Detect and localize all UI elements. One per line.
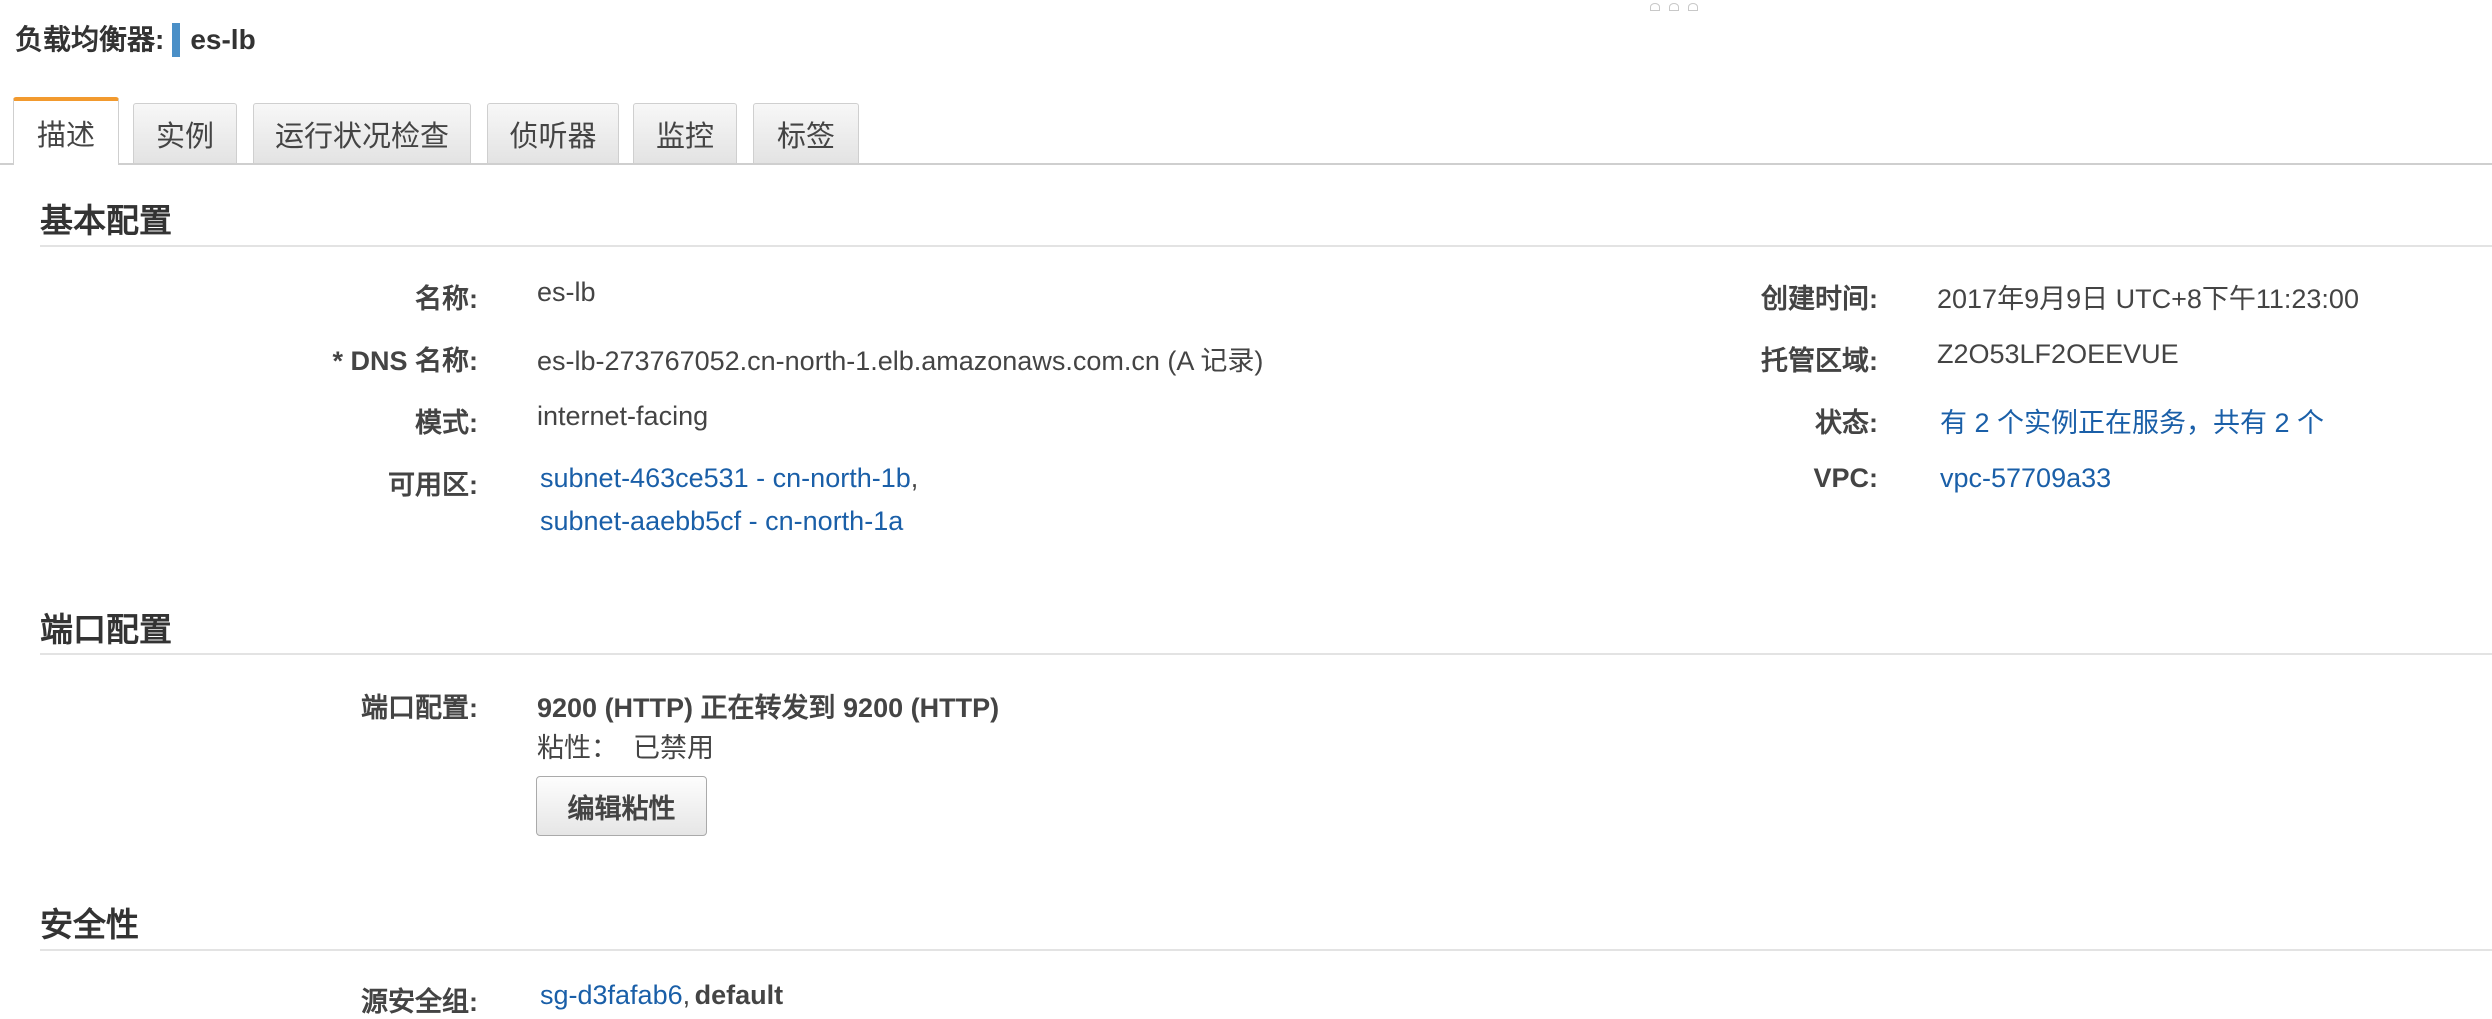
dns-name-value: es-lb-273767052.cn-north-1.elb.amazonaws… <box>537 346 1264 376</box>
vpc-link[interactable]: vpc-57709a33 <box>1940 463 2111 494</box>
section-divider <box>40 245 2492 247</box>
port-config-value: 9200 (HTTP) 正在转发到 9200 (HTTP) <box>537 693 1000 723</box>
name-label: 名称: <box>415 284 478 314</box>
hosted-zone-value: Z2O53LF2OEEVUE <box>1937 339 2179 369</box>
load-balancer-name: es-lb <box>190 24 256 55</box>
resize-dot <box>1669 3 1679 11</box>
section-title-security: 安全性 <box>40 906 139 943</box>
section-title-basic: 基本配置 <box>40 202 172 239</box>
security-group-value: sg-d3fafab6, default <box>540 980 783 1011</box>
subnet-link[interactable]: subnet-463ce531 - cn-north-1b <box>540 463 911 493</box>
list-separator: , <box>910 463 919 493</box>
status-label: 状态: <box>1815 408 1878 438</box>
security-group-link[interactable]: sg-d3fafab6 <box>540 980 683 1010</box>
section-divider <box>40 949 2492 951</box>
section-divider <box>40 653 2492 655</box>
tab-instances[interactable]: 实例 <box>133 103 237 163</box>
scheme-value: internet-facing <box>537 401 709 431</box>
tab-description[interactable]: 描述 <box>13 97 119 165</box>
availability-zone-label: 可用区: <box>388 470 478 500</box>
tab-health-check[interactable]: 运行状况检查 <box>253 103 471 163</box>
tab-bar: 描述 实例 运行状况检查 侦听器 监控 标签 <box>0 97 2492 165</box>
source-security-group-label: 源安全组: <box>361 987 478 1017</box>
port-config-label: 端口配置: <box>361 693 478 723</box>
resize-dot <box>1650 3 1660 11</box>
hosted-zone-label: 托管区域: <box>1761 346 1878 376</box>
stickiness-status: 粘性： 已禁用 <box>537 733 715 763</box>
security-group-name: default <box>694 980 784 1010</box>
title-separator <box>172 23 181 57</box>
availability-zone-list: subnet-463ce531 - cn-north-1b, <box>540 463 918 494</box>
resize-dot <box>1688 3 1698 11</box>
subnet-link[interactable]: subnet-aaebb5cf - cn-north-1a <box>540 506 903 537</box>
edit-stickiness-button[interactable]: 编辑粘性 <box>536 776 707 836</box>
tab-listeners[interactable]: 侦听器 <box>487 103 619 163</box>
scheme-label: 模式: <box>415 408 478 438</box>
tab-tags[interactable]: 标签 <box>753 103 859 163</box>
created-time-value: 2017年9月9日 UTC+8下午11:23:00 <box>1937 284 2359 314</box>
dns-name-label: * DNS 名称: <box>332 346 478 376</box>
section-title-port: 端口配置 <box>40 611 172 648</box>
panel-resize-handle[interactable] <box>1650 3 1698 11</box>
created-time-label: 创建时间: <box>1761 284 1878 314</box>
load-balancer-title: 负载均衡器: es-lb <box>15 20 256 60</box>
tab-monitoring[interactable]: 监控 <box>633 103 737 163</box>
instance-status-link[interactable]: 有 2 个实例正在服务，共有 2 个 <box>1940 401 2324 440</box>
vpc-label: VPC: <box>1813 463 1878 493</box>
name-value: es-lb <box>537 277 596 307</box>
list-separator: , <box>682 980 691 1010</box>
title-label: 负载均衡器: <box>15 24 165 55</box>
